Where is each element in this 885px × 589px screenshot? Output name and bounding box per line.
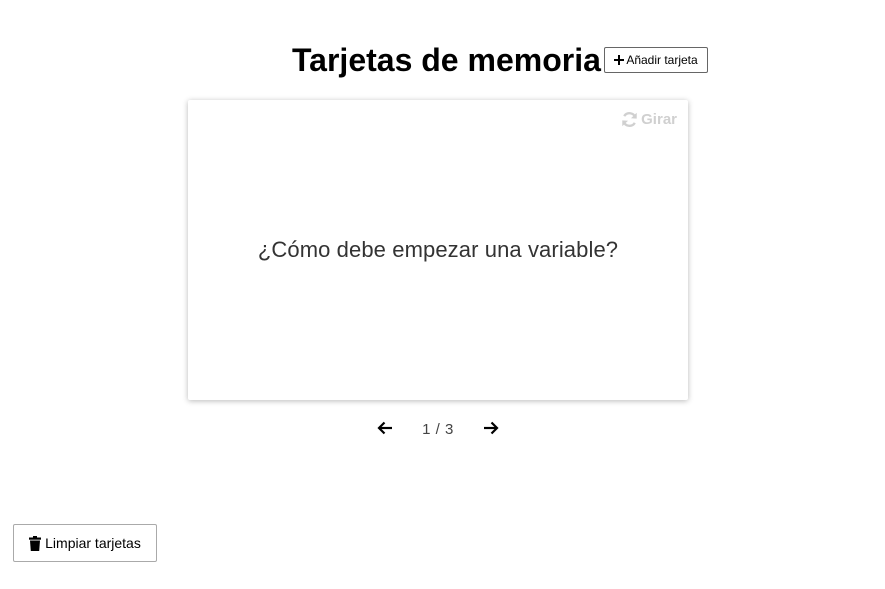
flashcards-page: Tarjetas de memoria Añadir tarjeta Girar…: [0, 0, 885, 589]
previous-card-button[interactable]: [374, 419, 396, 441]
add-card-button[interactable]: Añadir tarjeta: [604, 47, 708, 73]
sync-icon: [621, 111, 638, 128]
next-card-button[interactable]: [480, 419, 502, 441]
flip-label: Girar: [641, 111, 677, 128]
plus-icon: [614, 55, 625, 65]
clear-cards-label: Limpiar tarjetas: [45, 535, 141, 551]
page-title: Tarjetas de memoria: [292, 42, 601, 78]
card-question: ¿Cómo debe empezar una variable?: [257, 237, 619, 262]
trash-icon: [29, 535, 42, 551]
arrow-left-icon: [377, 421, 393, 440]
arrow-right-icon: [483, 421, 499, 440]
flashcard[interactable]: Girar ¿Cómo debe empezar una variable?: [188, 100, 688, 400]
card-counter: 1 / 3: [422, 421, 454, 438]
clear-cards-button[interactable]: Limpiar tarjetas: [13, 524, 157, 562]
add-card-label: Añadir tarjeta: [626, 53, 698, 67]
flip-button[interactable]: Girar: [621, 111, 677, 128]
